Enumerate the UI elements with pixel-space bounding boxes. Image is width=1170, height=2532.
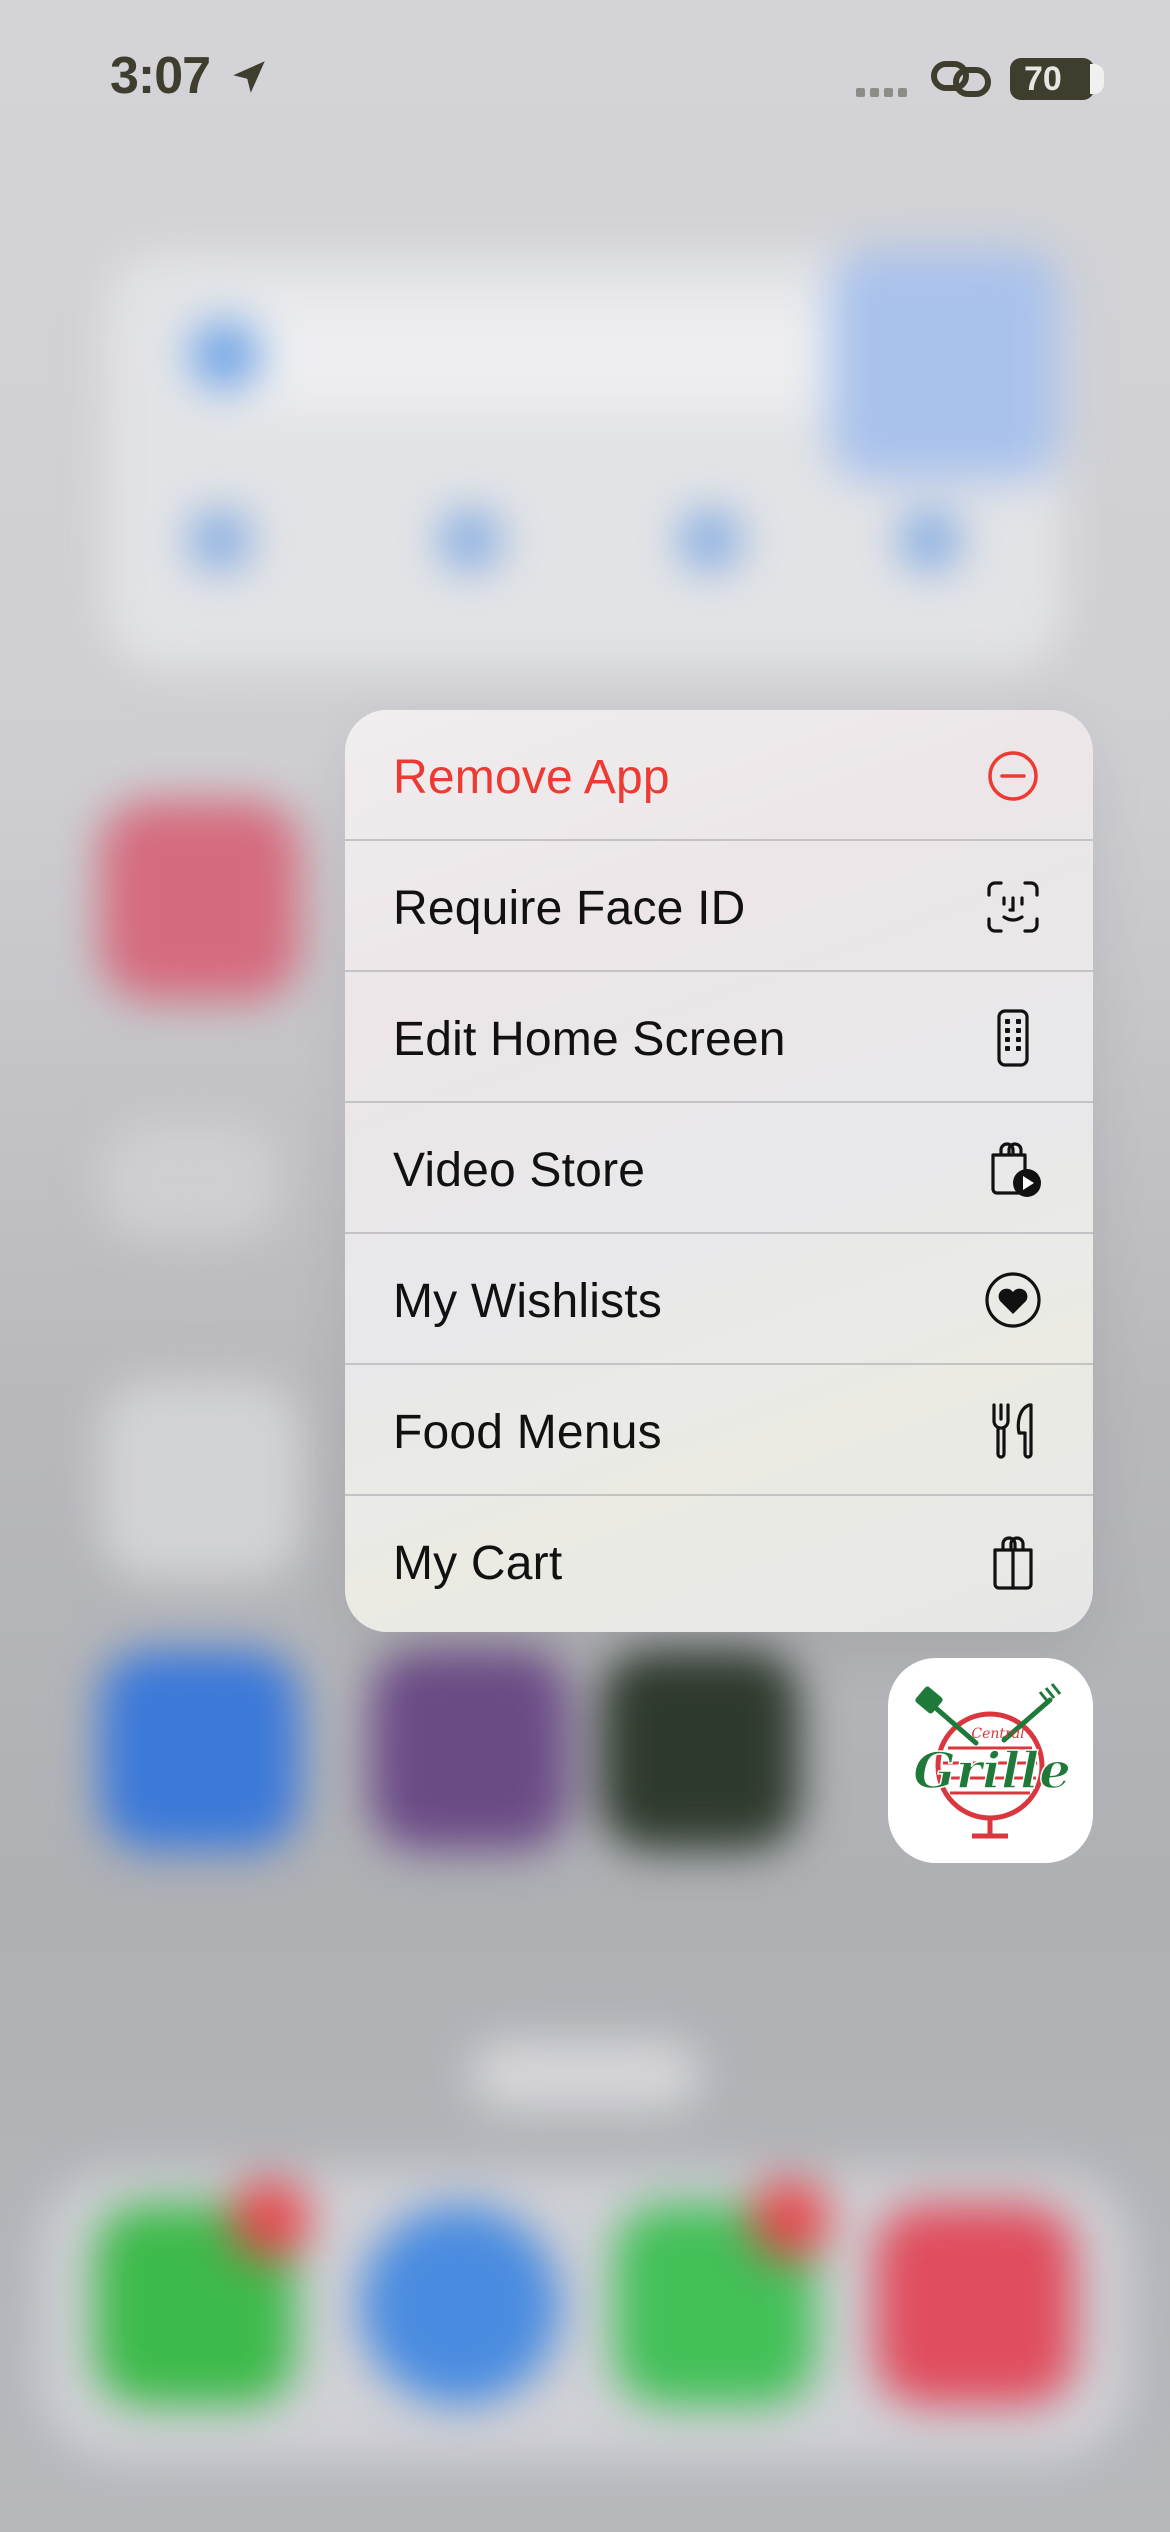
menu-item-label: Food Menus: [393, 1406, 662, 1459]
menu-item-label: My Wishlists: [393, 1275, 663, 1328]
shopping-bag-icon: [993, 1536, 1033, 1590]
app-context-menu: Remove App Require Face ID Edit Home Scr…: [345, 710, 1093, 1632]
menu-item-label: Video Store: [393, 1144, 646, 1197]
menu-item-my-cart[interactable]: My Cart: [345, 1496, 1093, 1627]
dock-app-icon: [875, 2205, 1075, 2405]
cellular-signal-icon: [856, 84, 912, 102]
bag-play-icon: [991, 1142, 1041, 1197]
central-grille-app-icon[interactable]: Central Grille: [888, 1658, 1093, 1863]
minus-circle-icon: [988, 751, 1038, 801]
menu-item-food-menus[interactable]: Food Menus: [345, 1365, 1093, 1496]
blurred-app-icon: [100, 1650, 300, 1850]
menu-item-video-store[interactable]: Video Store: [345, 1103, 1093, 1234]
status-bar: 3:07 70: [0, 0, 1170, 150]
battery-indicator: 70: [1010, 58, 1094, 100]
menu-item-label: My Cart: [393, 1537, 563, 1590]
blurred-app-icon: [100, 800, 300, 1000]
menu-item-require-face-id[interactable]: Require Face ID: [345, 841, 1093, 972]
fork-knife-icon: [992, 1403, 1033, 1459]
menu-item-label: Remove App: [393, 751, 670, 804]
menu-item-remove-app[interactable]: Remove App: [345, 710, 1093, 841]
grille-logo: Central Grille: [912, 1683, 1072, 1839]
menu-item-label: Edit Home Screen: [393, 1013, 786, 1066]
location-arrow-icon: [233, 61, 265, 93]
widget-search-bar: [175, 300, 895, 410]
menu-item-my-wishlists[interactable]: My Wishlists: [345, 1234, 1093, 1365]
battery-tip: [1090, 64, 1104, 94]
blurred-app-icon: [600, 1650, 800, 1850]
phone-apps-icon: [997, 1009, 1029, 1067]
menu-item-label: Require Face ID: [393, 882, 746, 935]
logo-text: Grille: [913, 1741, 1071, 1800]
status-time: 3:07: [110, 47, 211, 105]
menu-item-edit-home-screen[interactable]: Edit Home Screen: [345, 972, 1093, 1103]
personal-hotspot-icon: [931, 61, 991, 97]
blurred-app-icon: [370, 1650, 570, 1850]
heart-circle-icon: [985, 1272, 1041, 1328]
dock-app-icon: [360, 2205, 560, 2405]
face-id-icon: [987, 881, 1039, 933]
logo-small-text: Central: [971, 1726, 1024, 1742]
